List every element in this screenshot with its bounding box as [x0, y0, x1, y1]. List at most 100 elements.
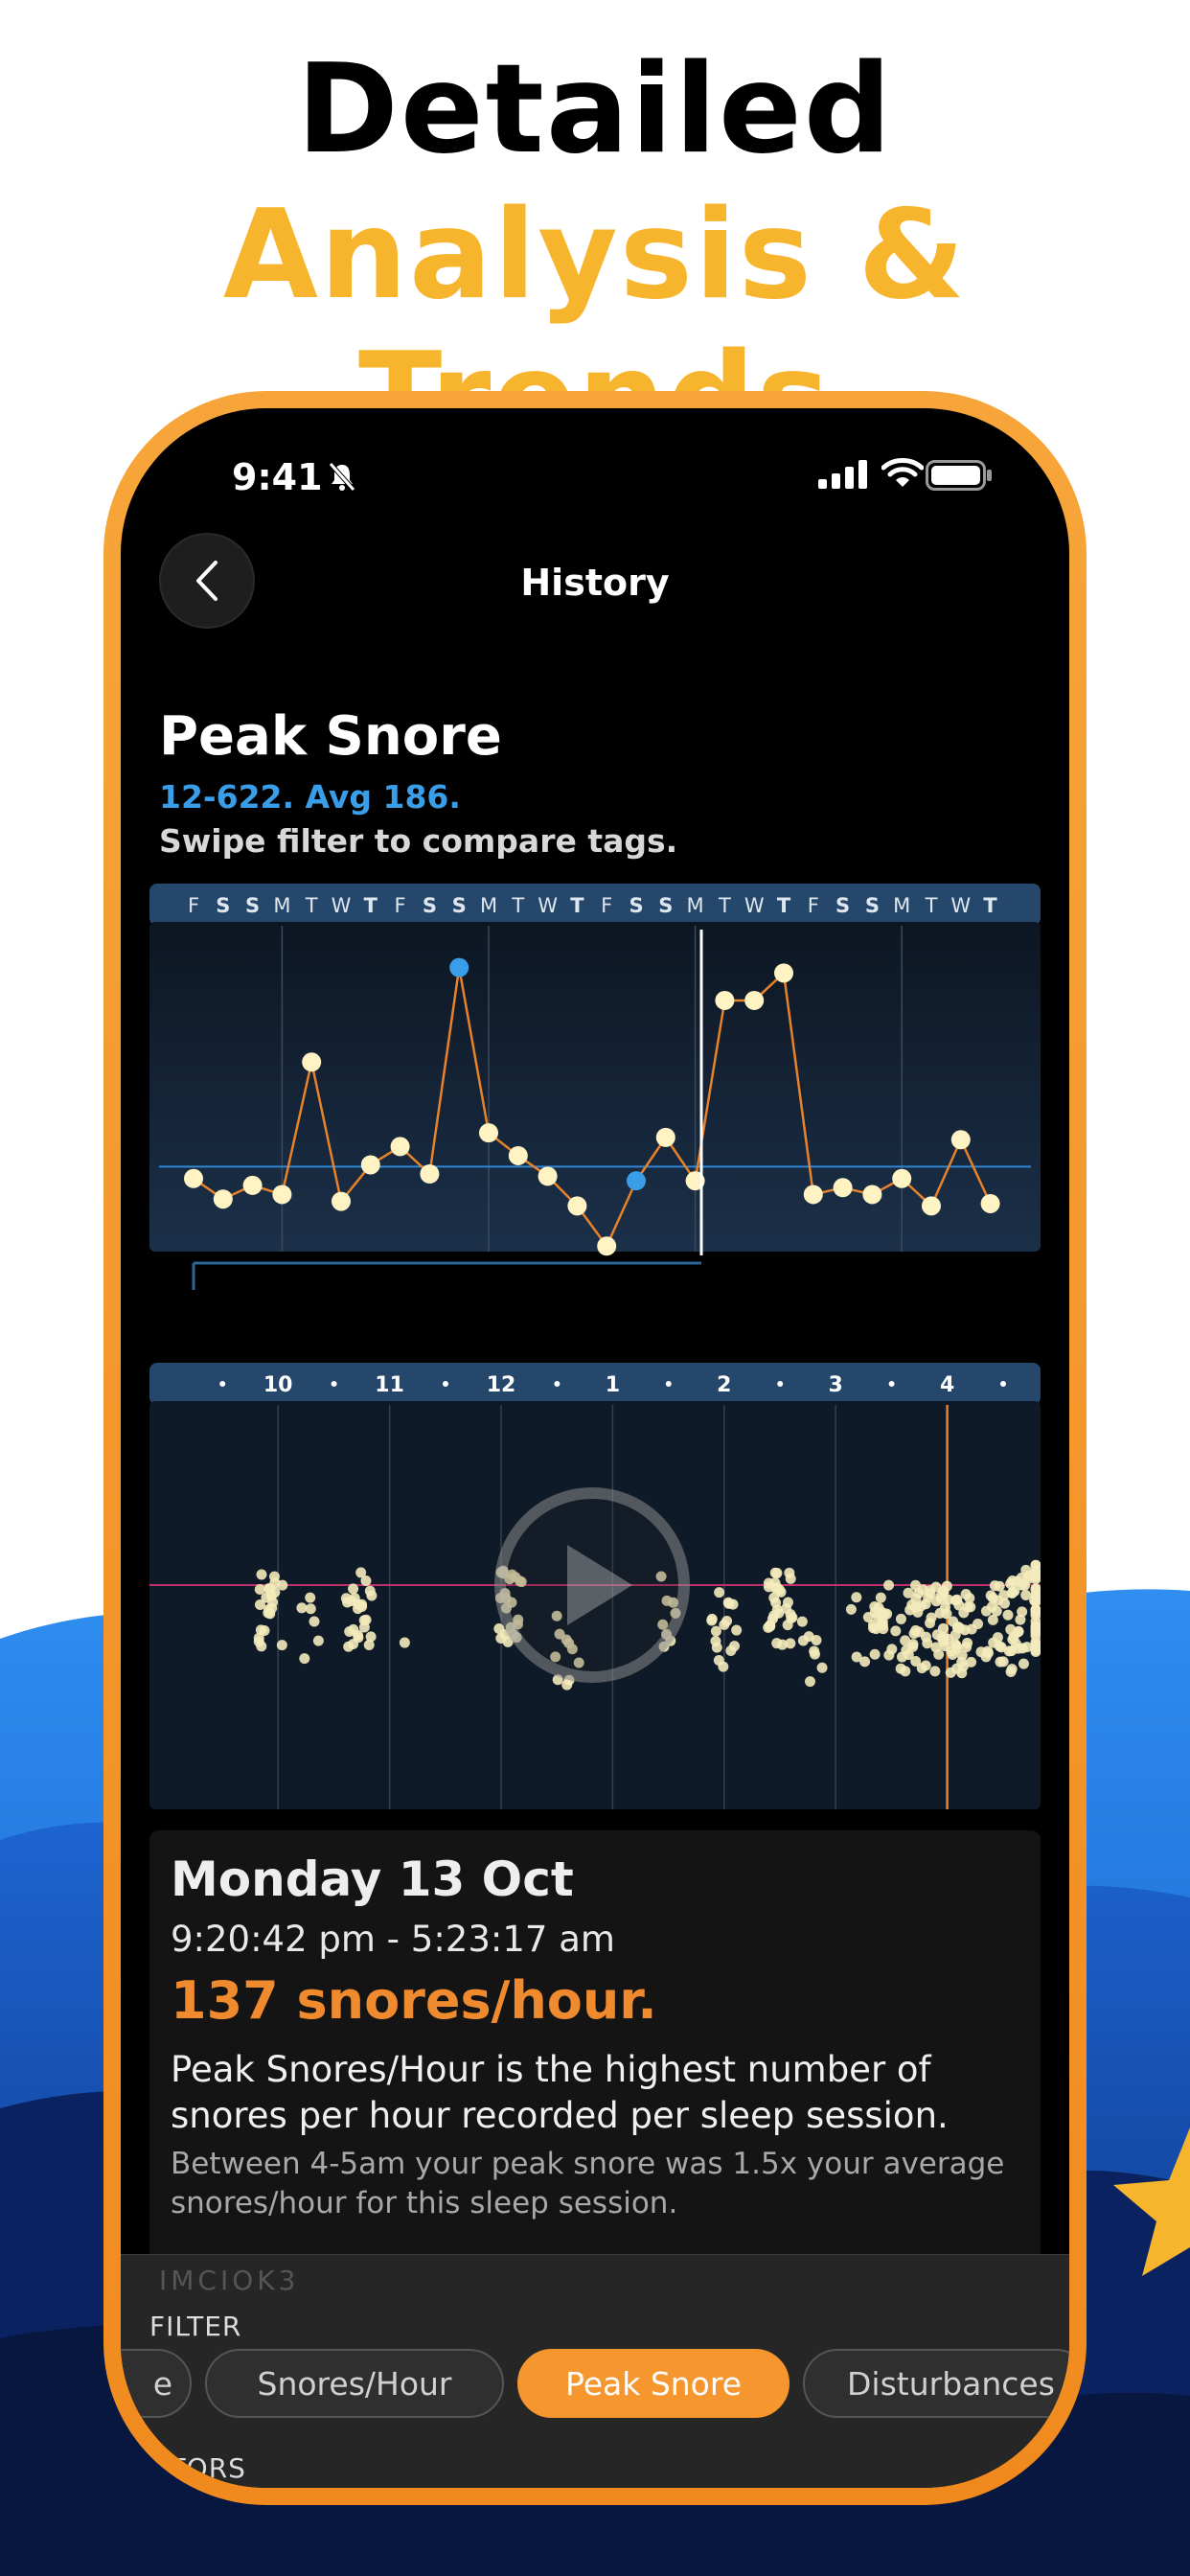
data-point[interactable]: [242, 1175, 263, 1195]
data-point[interactable]: [744, 990, 765, 1010]
snore-point: [933, 1648, 945, 1660]
snore-point: [340, 1593, 352, 1604]
snore-point: [356, 1601, 368, 1613]
snore-point: [299, 1653, 310, 1665]
snore-point: [784, 1567, 795, 1578]
data-point[interactable]: [715, 990, 735, 1010]
snore-point: [1030, 1597, 1041, 1608]
session-note: Between 4-5am your peak snore was 1.5x y…: [171, 2147, 1005, 2220]
snore-point: [904, 1604, 916, 1616]
night-scatter-chart[interactable]: 10111212345: [149, 1363, 1041, 1809]
snore-point: [962, 1637, 973, 1648]
hour-tick-label: 2: [717, 1373, 731, 1397]
filter-bar: IMCIOK3 FILTER e Snores/Hour Peak Snore …: [121, 2254, 1069, 2488]
data-point[interactable]: [360, 1155, 380, 1175]
data-point[interactable]: [213, 1189, 233, 1209]
snore-point: [883, 1649, 895, 1661]
filter-pill-peak-snore[interactable]: Peak Snore: [517, 2349, 790, 2418]
snore-point: [355, 1567, 367, 1578]
snore-point: [769, 1577, 781, 1589]
x-tick-label: W: [744, 894, 765, 917]
half-hour-dot: [331, 1381, 337, 1387]
extreme-point[interactable]: [449, 957, 469, 978]
x-tick-label: T: [983, 894, 997, 917]
data-point[interactable]: [862, 1184, 882, 1205]
snore-point: [994, 1580, 1005, 1592]
data-point[interactable]: [803, 1184, 823, 1205]
status-time: 9:41: [232, 456, 323, 498]
half-hour-dot: [888, 1381, 895, 1387]
data-point[interactable]: [508, 1145, 528, 1165]
hour-tick-label: 4: [940, 1373, 954, 1397]
x-tick-label: S: [452, 894, 467, 917]
snore-point: [929, 1666, 941, 1677]
hour-tick-label: 11: [375, 1373, 404, 1397]
snore-point: [947, 1648, 958, 1660]
snore-point: [713, 1655, 724, 1667]
data-point[interactable]: [892, 1168, 912, 1188]
trend-chart[interactable]: FSSMTWTFSSMTWTFSSMTWTFSSMTWT: [149, 884, 1041, 1324]
snore-point: [353, 1632, 364, 1644]
filter-pill-snores-hour[interactable]: Snores/Hour: [205, 2349, 504, 2418]
x-tick-label: F: [808, 894, 819, 917]
data-point[interactable]: [538, 1166, 558, 1186]
filter-pill-disturbances[interactable]: Disturbances: [803, 2349, 1069, 2418]
data-point[interactable]: [980, 1193, 1000, 1213]
snore-point: [903, 1649, 914, 1661]
snore-point: [908, 1627, 920, 1639]
data-point[interactable]: [774, 963, 793, 983]
x-tick-label: S: [216, 894, 230, 917]
snore-point: [809, 1645, 820, 1657]
selection-bracket: [192, 1261, 701, 1290]
x-tick-label: S: [423, 894, 437, 917]
snore-point: [883, 1579, 895, 1591]
half-hour-dot: [1000, 1381, 1006, 1387]
snore-point: [768, 1610, 780, 1622]
data-point[interactable]: [184, 1168, 203, 1188]
data-point[interactable]: [332, 1191, 351, 1211]
filter-pill-partial[interactable]: e: [121, 2349, 192, 2418]
snore-point: [276, 1640, 287, 1651]
cellular-signal-icon: [818, 460, 867, 489]
x-tick-label: M: [273, 894, 290, 917]
data-point[interactable]: [479, 1123, 498, 1143]
data-point[interactable]: [272, 1184, 292, 1205]
data-point[interactable]: [420, 1164, 440, 1184]
hour-tick-label: 10: [263, 1373, 293, 1397]
snore-point: [1030, 1624, 1041, 1636]
silent-bell-icon: [329, 462, 355, 492]
snore-point: [305, 1592, 316, 1603]
x-tick-label: W: [950, 894, 971, 917]
data-point[interactable]: [655, 1127, 675, 1147]
snore-point: [706, 1615, 718, 1626]
data-point[interactable]: [950, 1130, 971, 1150]
data-point[interactable]: [567, 1196, 587, 1216]
snore-point: [796, 1616, 808, 1627]
session-rate: 137 snores/hour.: [171, 1970, 657, 2031]
snore-point: [710, 1625, 721, 1637]
session-time-range: 9:20:42 pm - 5:23:17 am: [171, 1919, 615, 1960]
play-button[interactable]: [494, 1487, 690, 1683]
data-point[interactable]: [922, 1196, 941, 1216]
snore-point: [731, 1624, 743, 1636]
snore-point: [493, 1623, 505, 1635]
x-tick-label: T: [777, 894, 791, 917]
snore-point: [1006, 1664, 1018, 1675]
page-title: Peak Snore: [159, 705, 502, 768]
phone-screen: 9:41 History Peak Snore 12-622. Avg 186.…: [121, 408, 1069, 2488]
hour-tick-label: 3: [829, 1373, 843, 1397]
snore-point: [765, 1620, 776, 1631]
data-point[interactable]: [597, 1236, 617, 1256]
snore-point: [995, 1642, 1007, 1653]
snore-point: [900, 1635, 911, 1646]
data-point[interactable]: [390, 1137, 410, 1157]
data-point[interactable]: [302, 1052, 322, 1072]
extreme-point[interactable]: [627, 1171, 646, 1191]
snore-point: [365, 1631, 377, 1643]
snore-point: [895, 1613, 906, 1624]
data-point[interactable]: [833, 1178, 853, 1198]
snore-point: [851, 1592, 862, 1603]
snore-point: [869, 1648, 881, 1660]
half-hour-dot: [219, 1381, 226, 1387]
x-tick-label: S: [245, 894, 260, 917]
